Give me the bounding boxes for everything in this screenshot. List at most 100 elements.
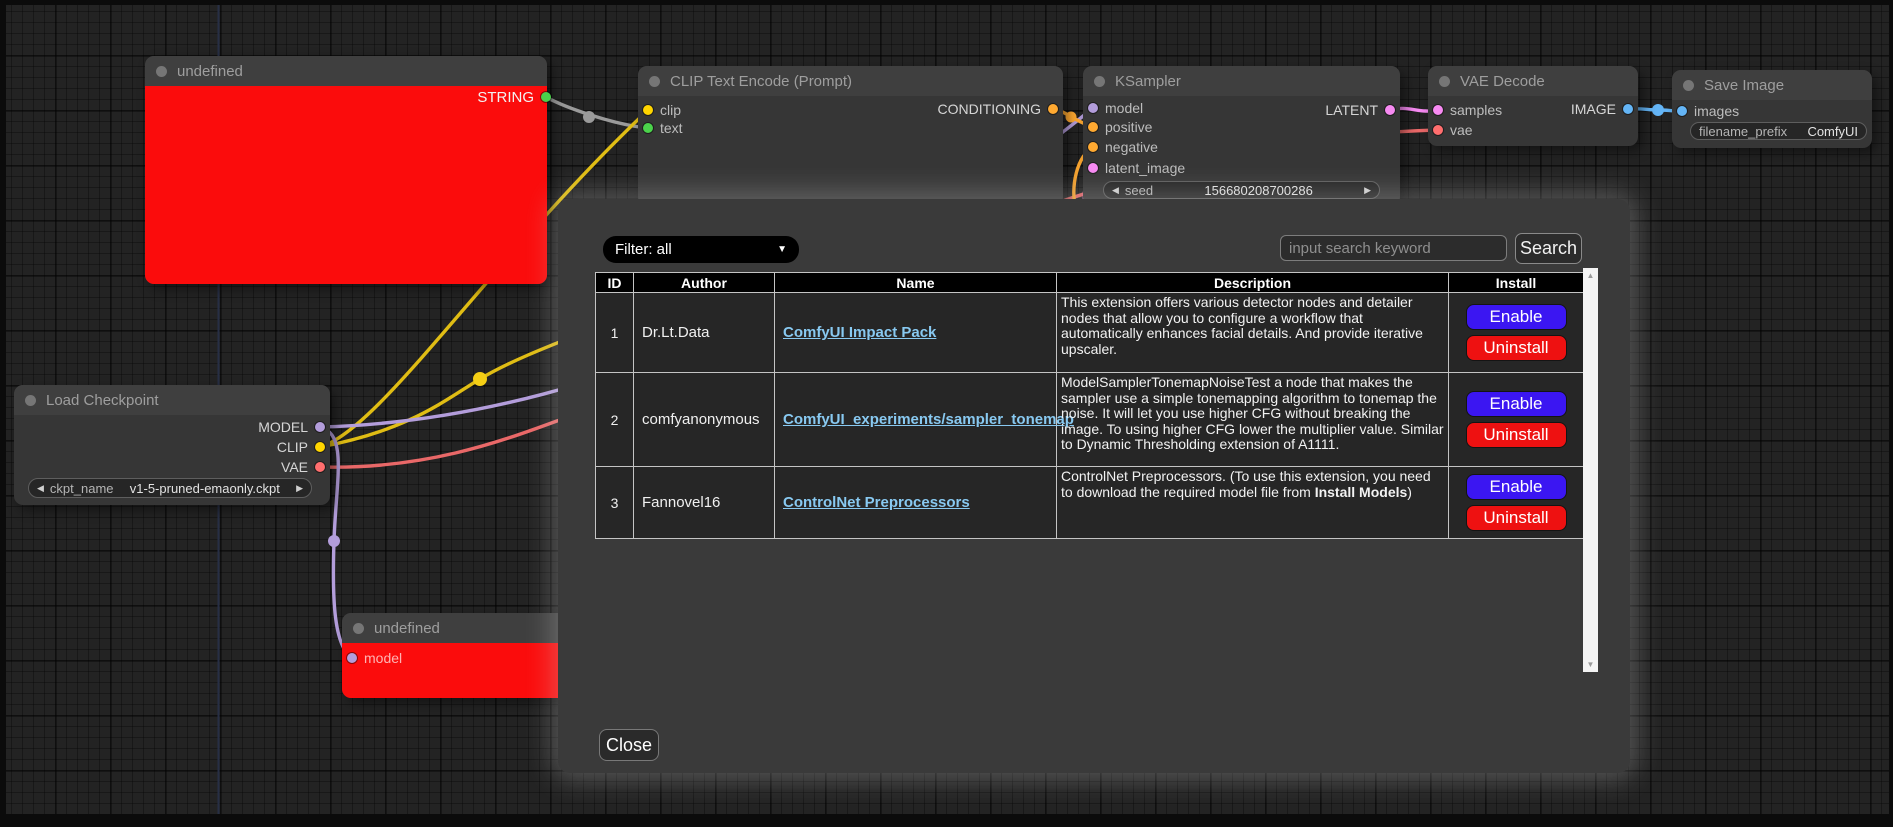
table-row: 1 Dr.Lt.Data ComfyUI Impact Pack This ex… — [596, 293, 1584, 373]
collapse-dot-icon[interactable] — [1094, 76, 1105, 87]
node-title-bar[interactable]: Save Image — [1672, 70, 1872, 100]
slot-dot-model[interactable] — [1088, 103, 1098, 113]
slot-label: samples — [1450, 102, 1502, 118]
node-vae-decode[interactable]: VAE Decode samples vae IMAGE — [1428, 66, 1638, 146]
decrement-arrow-icon[interactable]: ◀ — [1112, 186, 1119, 195]
collapse-dot-icon[interactable] — [156, 66, 167, 77]
cell-description: This extension offers various detector n… — [1057, 293, 1449, 373]
output-slot-latent[interactable]: LATENT — [1325, 101, 1395, 119]
close-button[interactable]: Close — [599, 729, 659, 761]
collapse-dot-icon[interactable] — [353, 623, 364, 634]
cell-install: Enable Uninstall — [1449, 373, 1584, 467]
uninstall-button[interactable]: Uninstall — [1466, 505, 1567, 531]
ckpt-name-widget[interactable]: ◀ ckpt_name v1-5-pruned-emaonly.ckpt ▶ — [28, 478, 312, 498]
slot-dot-model-in[interactable] — [347, 653, 357, 663]
input-slot-negative[interactable]: negative — [1088, 138, 1158, 156]
node-undefined-bottom[interactable]: undefined model — [342, 613, 568, 698]
input-slot-images[interactable]: images — [1677, 102, 1739, 120]
chevron-down-icon: ▼ — [777, 244, 787, 255]
slot-label: model — [364, 650, 402, 666]
slot-dot-model-out[interactable] — [315, 422, 325, 432]
reroute-dot-image[interactable] — [1652, 104, 1664, 116]
input-slot-model[interactable]: model — [1088, 99, 1143, 117]
output-slot-clip[interactable]: CLIP — [277, 438, 325, 456]
table-header-row: ID Author Name Description Install — [596, 273, 1584, 293]
seed-widget[interactable]: ◀ seed 156680208700286 ▶ — [1103, 181, 1380, 199]
output-slot-image[interactable]: IMAGE — [1571, 100, 1633, 118]
scroll-up-icon[interactable]: ▲ — [1587, 268, 1595, 283]
node-undefined-top[interactable]: undefined STRING — [145, 56, 547, 284]
input-slot-positive[interactable]: positive — [1088, 118, 1152, 136]
enable-button[interactable]: Enable — [1466, 391, 1567, 417]
slot-dot-samples[interactable] — [1433, 105, 1443, 115]
node-title: undefined — [177, 63, 243, 80]
extension-link[interactable]: ComfyUI Impact Pack — [783, 324, 936, 341]
slot-dot-text[interactable] — [643, 123, 653, 133]
output-slot-model[interactable]: MODEL — [258, 418, 325, 436]
node-title-bar[interactable]: undefined — [342, 613, 568, 643]
input-slot-vae[interactable]: vae — [1433, 121, 1473, 139]
input-slot-model-bottom[interactable]: model — [347, 649, 402, 667]
search-input[interactable] — [1280, 235, 1507, 261]
slot-dot-negative[interactable] — [1088, 142, 1098, 152]
slot-dot-positive[interactable] — [1088, 122, 1098, 132]
node-title: KSampler — [1115, 73, 1181, 90]
slot-dot-latent[interactable] — [1385, 105, 1395, 115]
reroute-dot-clip[interactable] — [473, 372, 487, 386]
search-button[interactable]: Search — [1515, 233, 1582, 264]
enable-button[interactable]: Enable — [1466, 304, 1567, 330]
slot-dot-images[interactable] — [1677, 106, 1687, 116]
node-title-bar[interactable]: CLIP Text Encode (Prompt) — [638, 66, 1063, 96]
reroute-dot-string[interactable] — [583, 111, 595, 123]
reroute-dot-conditioning[interactable] — [1066, 112, 1077, 123]
node-save-image[interactable]: Save Image images filename_prefix ComfyU… — [1672, 70, 1872, 148]
input-slot-clip[interactable]: clip — [643, 101, 681, 119]
slot-dot-clip-out[interactable] — [315, 442, 325, 452]
slot-dot-conditioning[interactable] — [1048, 104, 1058, 114]
increment-arrow-icon[interactable]: ▶ — [1364, 186, 1371, 195]
filename-prefix-widget[interactable]: filename_prefix ComfyUI — [1690, 122, 1867, 140]
uninstall-button[interactable]: Uninstall — [1466, 335, 1567, 361]
extension-link[interactable]: ControlNet Preprocessors — [783, 494, 970, 511]
enable-button[interactable]: Enable — [1466, 474, 1567, 500]
extension-table-container: ID Author Name Description Install 1 Dr.… — [595, 268, 1598, 672]
filter-select[interactable]: Filter: all ▼ — [603, 236, 799, 263]
slot-dot-vae-out[interactable] — [315, 462, 325, 472]
node-load-checkpoint[interactable]: Load Checkpoint MODEL CLIP VAE ◀ ckpt_na… — [14, 385, 330, 505]
input-slot-latent-image[interactable]: latent_image — [1088, 159, 1185, 177]
collapse-dot-icon[interactable] — [649, 76, 660, 87]
decrement-arrow-icon[interactable]: ◀ — [37, 484, 44, 493]
increment-arrow-icon[interactable]: ▶ — [296, 484, 303, 493]
widget-value[interactable]: ComfyUI — [1807, 124, 1858, 139]
collapse-dot-icon[interactable] — [25, 395, 36, 406]
table-scrollbar[interactable]: ▲ ▼ — [1583, 268, 1598, 672]
collapse-dot-icon[interactable] — [1439, 76, 1450, 87]
node-clip-text-encode[interactable]: CLIP Text Encode (Prompt) clip text COND… — [638, 66, 1063, 206]
output-slot-string[interactable]: STRING — [477, 88, 551, 106]
collapse-dot-icon[interactable] — [1683, 80, 1694, 91]
output-slot-vae[interactable]: VAE — [281, 458, 325, 476]
extension-manager-dialog: Filter: all ▼ Search ID Author Name Desc… — [558, 199, 1630, 773]
extension-link[interactable]: ComfyUI_experiments/sampler_tonemap — [783, 411, 1074, 428]
input-slot-samples[interactable]: samples — [1433, 101, 1502, 119]
output-slot-conditioning[interactable]: CONDITIONING — [938, 100, 1058, 118]
slot-dot-string[interactable] — [541, 92, 551, 102]
node-title-bar[interactable]: undefined — [145, 56, 547, 86]
slot-label: VAE — [281, 459, 308, 475]
scroll-down-icon[interactable]: ▼ — [1587, 657, 1595, 672]
widget-value[interactable]: v1-5-pruned-emaonly.ckpt — [130, 481, 280, 496]
widget-value[interactable]: 156680208700286 — [1204, 183, 1312, 198]
slot-dot-clip[interactable] — [643, 105, 653, 115]
node-ksampler[interactable]: KSampler model positive negative latent_… — [1083, 66, 1400, 206]
slot-label: clip — [660, 102, 681, 118]
slot-dot-latent-image[interactable] — [1088, 163, 1098, 173]
slot-dot-image[interactable] — [1623, 104, 1633, 114]
node-title-bar[interactable]: Load Checkpoint — [14, 385, 330, 415]
uninstall-button[interactable]: Uninstall — [1466, 422, 1567, 448]
node-title-bar[interactable]: KSampler — [1083, 66, 1400, 96]
node-title-bar[interactable]: VAE Decode — [1428, 66, 1638, 96]
reroute-dot-model[interactable] — [328, 535, 340, 547]
slot-dot-vae[interactable] — [1433, 125, 1443, 135]
slot-label: positive — [1105, 119, 1152, 135]
input-slot-text[interactable]: text — [643, 119, 683, 137]
